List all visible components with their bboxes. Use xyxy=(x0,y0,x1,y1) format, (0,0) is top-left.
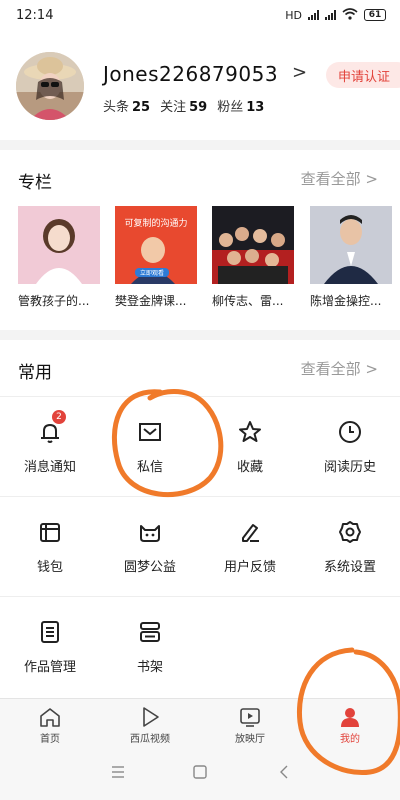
mail-icon xyxy=(139,423,161,441)
common-item-settings[interactable]: 系统设置 xyxy=(300,496,400,596)
common-item-label: 消息通知 xyxy=(23,460,76,475)
thumbnail-tag-text: 立即观看 xyxy=(140,269,164,277)
common-item-feedback[interactable]: 用户反馈 xyxy=(200,496,300,596)
stat-headlines[interactable]: 头条 25 xyxy=(103,96,150,115)
play-icon xyxy=(143,707,159,727)
signal-icon xyxy=(308,10,319,20)
wifi-icon xyxy=(342,7,358,23)
common-item-label: 私信 xyxy=(136,460,163,475)
thumbnail-banner-text: 可复制的沟通力 xyxy=(124,217,187,229)
home-square-icon[interactable] xyxy=(192,764,208,780)
network-label: HD xyxy=(285,8,302,22)
column-caption[interactable]: 管教孩子的... xyxy=(18,292,100,309)
status-bar: 12:14 HD 61 xyxy=(0,0,400,30)
common-item-label: 收藏 xyxy=(236,460,263,475)
common-item-label: 阅读历史 xyxy=(323,460,376,475)
common-item-charity[interactable]: 圆梦公益 xyxy=(100,496,200,596)
common-item-notifications[interactable]: 2 消息通知 xyxy=(0,396,100,496)
username[interactable]: Jones226879053 xyxy=(103,62,278,86)
columns-view-all-link[interactable]: 查看全部 > xyxy=(301,168,378,189)
tab-theater[interactable]: 放映厅 xyxy=(200,699,300,747)
column-item[interactable]: 可复制的沟通力 立即观看 樊登金牌课... xyxy=(115,206,197,309)
tab-label: 首页 xyxy=(40,734,60,745)
common-item-history[interactable]: 阅读历史 xyxy=(300,396,400,496)
menu-icon[interactable] xyxy=(110,764,126,780)
profile-header[interactable]: Jones226879053 > 头条 25 关注 59 粉丝 13 申请认证 xyxy=(0,38,400,138)
column-caption[interactable]: 樊登金牌课... xyxy=(115,292,197,309)
tab-label: 放映厅 xyxy=(235,734,265,745)
system-navigation-bar xyxy=(0,746,400,800)
section-divider xyxy=(0,140,400,150)
column-thumbnail[interactable]: 可复制的沟通力 立即观看 xyxy=(115,206,197,284)
home-icon xyxy=(40,708,60,727)
tab-xigua-video[interactable]: 西瓜视频 xyxy=(100,699,200,747)
column-thumbnail[interactable] xyxy=(18,206,100,284)
cat-face-icon xyxy=(140,525,160,542)
common-item-favorites[interactable]: 收藏 xyxy=(200,396,300,496)
chevron-right-icon: > xyxy=(365,360,378,378)
column-caption[interactable]: 陈增金操控... xyxy=(310,292,392,309)
list-doc-icon xyxy=(41,621,59,643)
common-item-messages[interactable]: 私信 xyxy=(100,396,200,496)
column-thumbnail[interactable] xyxy=(310,206,392,284)
avatar[interactable] xyxy=(16,52,84,120)
bottom-tab-bar: 首页 西瓜视频 放映厅 我的 xyxy=(0,698,400,746)
column-item[interactable]: 陈增金操控... xyxy=(310,206,392,309)
back-icon[interactable] xyxy=(276,764,292,780)
tab-me[interactable]: 我的 xyxy=(300,699,400,747)
bookshelf-icon xyxy=(140,622,160,642)
tv-play-icon xyxy=(240,708,260,727)
columns-title: 专栏 xyxy=(18,173,52,193)
status-time: 12:14 xyxy=(16,7,54,23)
apply-verification-button[interactable]: 申请认证 xyxy=(326,62,400,88)
wallet-icon xyxy=(40,523,60,542)
gear-icon xyxy=(339,521,361,543)
column-caption[interactable]: 柳传志、雷... xyxy=(212,292,294,309)
common-item-wallet[interactable]: 钱包 xyxy=(0,496,100,596)
common-item-label: 作品管理 xyxy=(23,660,76,675)
user-icon xyxy=(341,708,359,727)
common-item-label: 书架 xyxy=(136,660,163,675)
star-icon xyxy=(239,421,261,442)
stat-followers[interactable]: 粉丝 13 xyxy=(217,96,264,115)
pencil-icon xyxy=(242,524,259,542)
common-item-bookshelf[interactable]: 书架 xyxy=(100,596,200,696)
common-title: 常用 xyxy=(18,363,52,383)
common-item-label: 用户反馈 xyxy=(223,560,276,575)
common-item-label: 钱包 xyxy=(36,560,63,575)
column-item[interactable]: 柳传志、雷... xyxy=(212,206,294,309)
battery-icon: 61 xyxy=(364,9,386,21)
chevron-right-icon[interactable]: > xyxy=(292,62,307,83)
status-indicators: HD 61 xyxy=(285,7,386,23)
column-item[interactable]: 管教孩子的... xyxy=(18,206,100,309)
chevron-right-icon: > xyxy=(365,170,378,188)
tab-label: 西瓜视频 xyxy=(130,734,170,745)
common-item-label: 圆梦公益 xyxy=(123,560,176,575)
common-view-all-link[interactable]: 查看全部 > xyxy=(301,358,378,379)
stat-following[interactable]: 关注 59 xyxy=(160,96,207,115)
tab-label: 我的 xyxy=(340,734,360,745)
section-divider xyxy=(0,330,400,340)
column-thumbnail[interactable] xyxy=(212,206,294,284)
clock-icon xyxy=(339,421,361,443)
profile-stats: 头条 25 关注 59 粉丝 13 xyxy=(103,96,264,115)
common-item-works[interactable]: 作品管理 xyxy=(0,596,100,696)
signal-icon-2 xyxy=(325,10,336,20)
common-item-label: 系统设置 xyxy=(323,560,376,575)
tab-home[interactable]: 首页 xyxy=(0,699,100,747)
notification-badge: 2 xyxy=(52,410,66,424)
